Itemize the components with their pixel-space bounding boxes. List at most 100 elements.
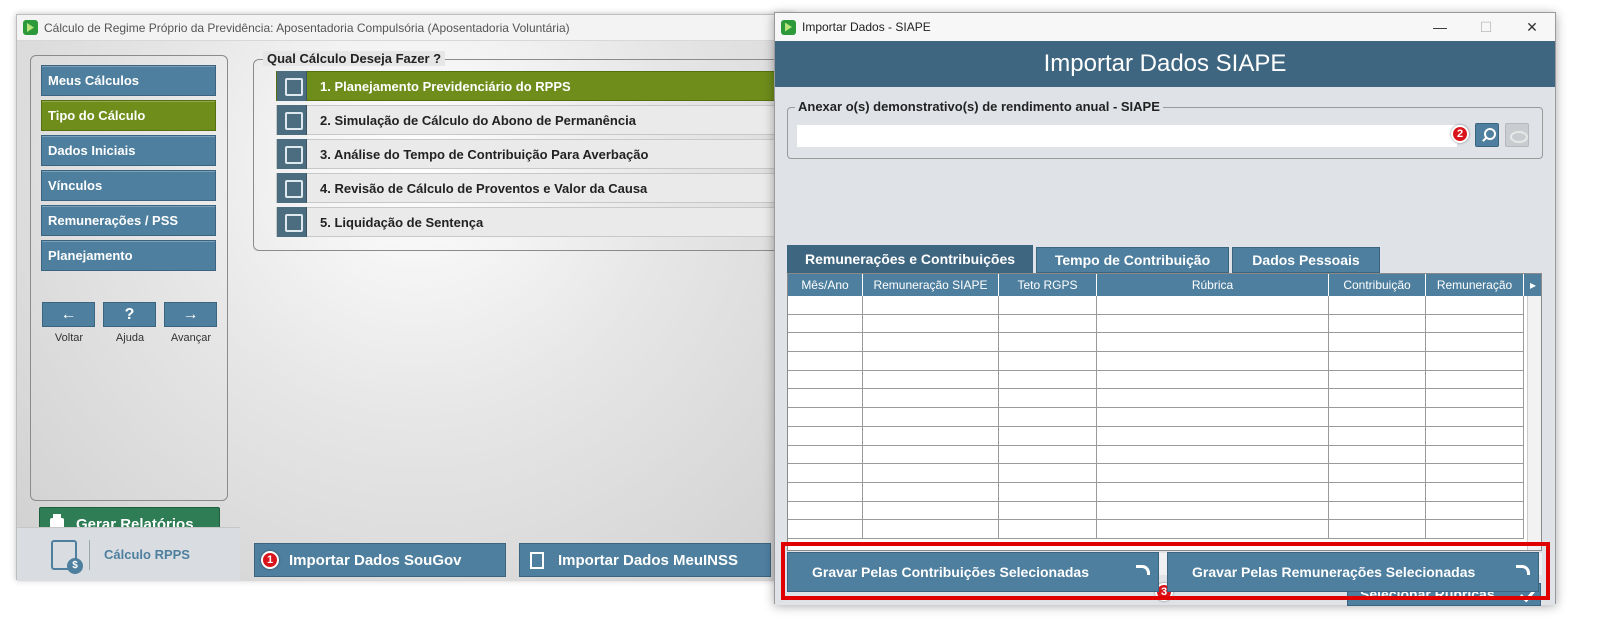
table-cell[interactable] xyxy=(999,501,1097,521)
table-cell[interactable] xyxy=(863,445,999,465)
column-mes-ano[interactable]: Mês/Ano xyxy=(788,274,863,296)
column-contribuicao[interactable]: Contribuição xyxy=(1329,274,1426,296)
table-row[interactable] xyxy=(788,445,1524,465)
table-row[interactable] xyxy=(788,520,1524,539)
column-scroll-arrow[interactable]: ▸ xyxy=(1524,274,1541,296)
table-row[interactable] xyxy=(788,408,1524,427)
table-cell[interactable] xyxy=(1097,333,1329,353)
table-scrollbar[interactable] xyxy=(1527,296,1541,550)
table-cell[interactable] xyxy=(1097,445,1329,465)
table-row[interactable] xyxy=(788,482,1524,502)
import-sougov-button[interactable]: 1 Importar Dados SouGov xyxy=(254,543,506,577)
table-cell[interactable] xyxy=(1329,426,1426,446)
help-button[interactable]: ? xyxy=(103,302,156,327)
import-meuinss-button[interactable]: Importar Dados MeuINSS xyxy=(519,543,771,577)
table-cell[interactable] xyxy=(1097,408,1329,427)
table-cell[interactable] xyxy=(863,333,999,353)
table-cell[interactable] xyxy=(1426,333,1524,353)
table-cell[interactable] xyxy=(863,352,999,371)
table-cell[interactable] xyxy=(863,426,999,446)
save-contributions-button[interactable]: Gravar Pelas Contribuições Selecionadas xyxy=(787,552,1159,592)
sidebar-item-dados-iniciais[interactable]: Dados Iniciais xyxy=(41,135,216,166)
table-cell[interactable] xyxy=(999,426,1097,446)
table-cell[interactable] xyxy=(999,370,1097,390)
table-cell[interactable] xyxy=(1426,482,1524,502)
table-row[interactable] xyxy=(788,464,1524,483)
sidebar-item-remuneracoes-pss[interactable]: Remunerações / PSS xyxy=(41,205,216,236)
table-cell[interactable] xyxy=(999,314,1097,334)
table-row[interactable] xyxy=(788,352,1524,371)
table-cell[interactable] xyxy=(1097,464,1329,483)
table-cell[interactable] xyxy=(1097,426,1329,446)
table-cell[interactable] xyxy=(1329,482,1426,502)
table-row[interactable] xyxy=(788,296,1524,315)
table-cell[interactable] xyxy=(1329,408,1426,427)
table-cell[interactable] xyxy=(1426,501,1524,521)
table-cell[interactable] xyxy=(1097,314,1329,334)
table-cell[interactable] xyxy=(1097,389,1329,409)
table-cell[interactable] xyxy=(1329,464,1426,483)
table-cell[interactable] xyxy=(1097,352,1329,371)
table-cell[interactable] xyxy=(999,408,1097,427)
table-row[interactable] xyxy=(788,314,1524,334)
column-remuneracao[interactable]: Remuneração xyxy=(1426,274,1524,296)
table-cell[interactable] xyxy=(1426,464,1524,483)
table-cell[interactable] xyxy=(863,370,999,390)
column-remuneracao-siape[interactable]: Remuneração SIAPE xyxy=(863,274,999,296)
table-row[interactable] xyxy=(788,501,1524,521)
table-cell[interactable] xyxy=(788,389,863,409)
table-cell[interactable] xyxy=(788,520,863,539)
table-cell[interactable] xyxy=(788,314,863,334)
tab-remuneracoes-contribuicoes[interactable]: Remunerações e Contribuições xyxy=(787,245,1033,273)
table-cell[interactable] xyxy=(999,333,1097,353)
table-cell[interactable] xyxy=(1329,389,1426,409)
table-cell[interactable] xyxy=(1426,445,1524,465)
table-cell[interactable] xyxy=(788,370,863,390)
table-cell[interactable] xyxy=(788,296,863,315)
table-cell[interactable] xyxy=(863,482,999,502)
tab-dados-pessoais[interactable]: Dados Pessoais xyxy=(1232,247,1380,273)
table-cell[interactable] xyxy=(1426,314,1524,334)
calc-option-2[interactable]: 2. Simulação de Cálculo do Abono de Perm… xyxy=(276,105,794,135)
attach-file-input[interactable] xyxy=(797,125,1457,147)
table-row[interactable] xyxy=(788,389,1524,409)
table-cell[interactable] xyxy=(1426,352,1524,371)
table-cell[interactable] xyxy=(863,389,999,409)
sidebar-item-meus-calculos[interactable]: Meus Cálculos xyxy=(41,65,216,96)
table-cell[interactable] xyxy=(788,408,863,427)
table-row[interactable] xyxy=(788,426,1524,446)
table-cell[interactable] xyxy=(999,482,1097,502)
back-button[interactable]: ← xyxy=(42,302,95,327)
table-cell[interactable] xyxy=(1329,314,1426,334)
table-cell[interactable] xyxy=(1329,445,1426,465)
table-cell[interactable] xyxy=(1329,296,1426,315)
tab-tempo-contribuicao[interactable]: Tempo de Contribuição xyxy=(1036,247,1229,273)
column-rubrica[interactable]: Rúbrica xyxy=(1097,274,1329,296)
table-cell[interactable] xyxy=(1097,501,1329,521)
table-cell[interactable] xyxy=(863,501,999,521)
table-cell[interactable] xyxy=(1329,370,1426,390)
table-cell[interactable] xyxy=(1329,352,1426,371)
table-cell[interactable] xyxy=(999,296,1097,315)
table-cell[interactable] xyxy=(1097,482,1329,502)
table-cell[interactable] xyxy=(788,333,863,353)
table-cell[interactable] xyxy=(1329,520,1426,539)
table-cell[interactable] xyxy=(1097,296,1329,315)
table-cell[interactable] xyxy=(863,520,999,539)
table-cell[interactable] xyxy=(863,296,999,315)
table-cell[interactable] xyxy=(863,464,999,483)
table-cell[interactable] xyxy=(1426,296,1524,315)
table-cell[interactable] xyxy=(788,464,863,483)
table-cell[interactable] xyxy=(999,352,1097,371)
calc-option-4[interactable]: 4. Revisão de Cálculo de Proventos e Val… xyxy=(276,173,794,203)
table-cell[interactable] xyxy=(788,501,863,521)
save-remunerations-button[interactable]: Gravar Pelas Remunerações Selecionadas xyxy=(1167,552,1539,592)
table-cell[interactable] xyxy=(1097,520,1329,539)
search-file-button[interactable] xyxy=(1475,123,1499,147)
table-cell[interactable] xyxy=(1426,520,1524,539)
table-cell[interactable] xyxy=(788,426,863,446)
table-cell[interactable] xyxy=(788,445,863,465)
table-cell[interactable] xyxy=(863,314,999,334)
table-cell[interactable] xyxy=(863,408,999,427)
view-file-button[interactable] xyxy=(1505,123,1529,147)
